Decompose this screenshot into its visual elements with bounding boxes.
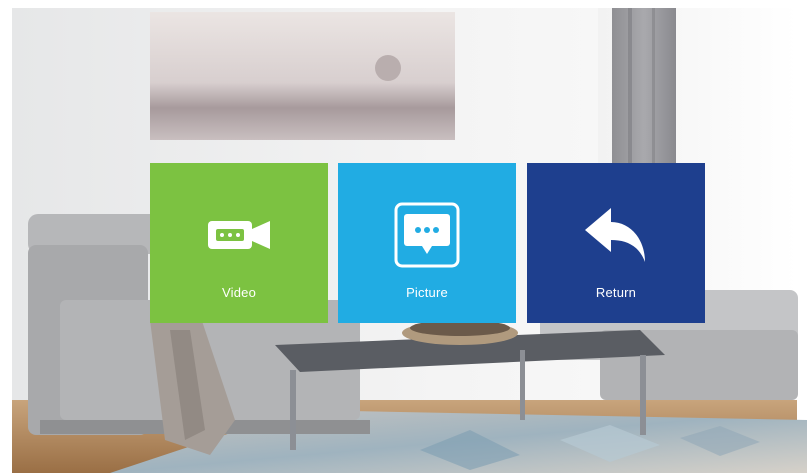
video-camera-icon	[150, 195, 328, 275]
video-tile[interactable]: Video	[150, 163, 328, 323]
menu-screen: Video Picture Return	[0, 0, 807, 473]
return-label: Return	[595, 285, 637, 300]
picture-message-icon	[338, 195, 516, 275]
picture-tile[interactable]: Picture	[338, 163, 516, 323]
video-label: Video	[221, 285, 256, 300]
return-tile[interactable]: Return	[527, 163, 705, 323]
picture-label: Picture	[406, 285, 448, 300]
return-arrow-icon	[527, 195, 705, 275]
